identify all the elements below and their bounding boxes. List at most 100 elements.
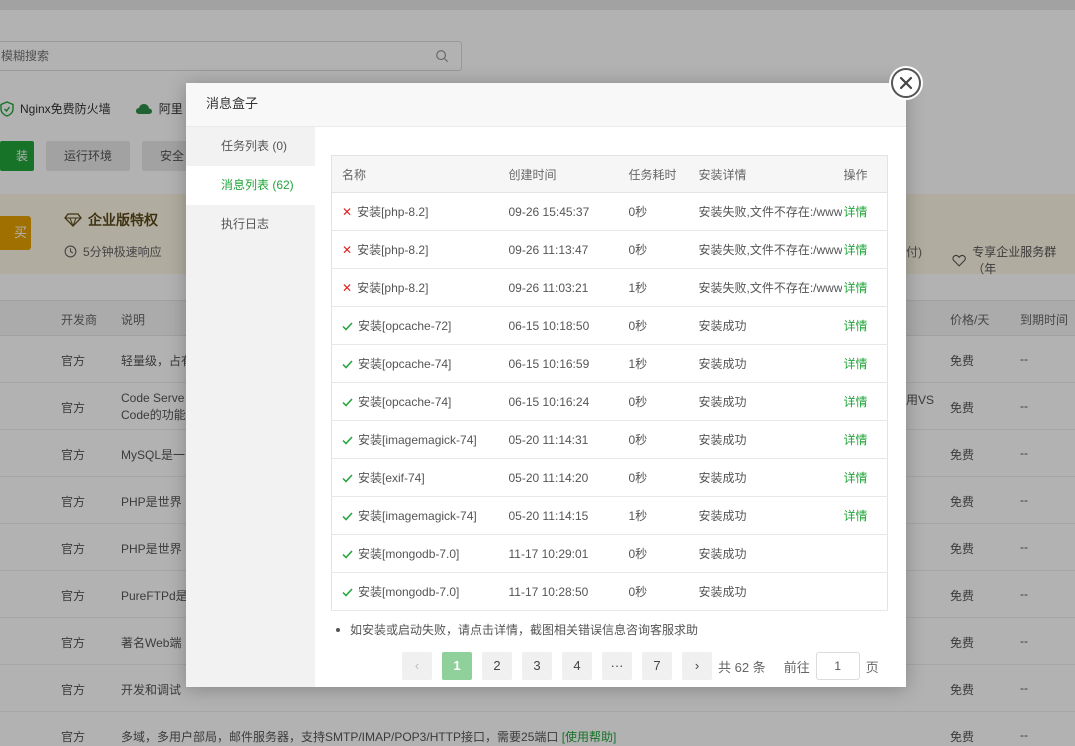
- message-box-dialog: 消息盒子 任务列表 (0) 消息列表 (62) 执行日志 名称 创建时间 任务耗…: [186, 83, 906, 687]
- page-3-button[interactable]: 3: [522, 652, 552, 680]
- duration-cell: 0秒: [618, 192, 689, 231]
- name-cell: 安装[opcache-74]: [331, 382, 499, 421]
- sidebar-item-exec-log[interactable]: 执行日志: [186, 205, 315, 244]
- action-cell: [841, 572, 888, 611]
- time-cell: 05-20 11:14:31: [498, 420, 619, 459]
- name-cell: 安装[exif-74]: [331, 458, 499, 497]
- detail-cell: 安装成功: [688, 344, 842, 383]
- col-duration: 任务耗时: [618, 155, 689, 193]
- sidebar-item-task-list[interactable]: 任务列表 (0): [186, 127, 315, 166]
- message-row: 安装[imagemagick-74] 05-20 11:14:15 1秒 安装成功 详情: [331, 496, 888, 535]
- duration-cell: 0秒: [618, 420, 689, 459]
- message-row: 安装[exif-74] 05-20 11:14:20 0秒 安装成功 详情: [331, 458, 888, 497]
- action-cell: 详情: [841, 268, 888, 307]
- duration-cell: 0秒: [618, 534, 689, 573]
- name-cell: 安装[opcache-74]: [331, 344, 499, 383]
- time-cell: 09-26 15:45:37: [498, 192, 619, 231]
- task-name: 安装[mongodb-7.0]: [358, 547, 460, 561]
- sidebar-item-message-list[interactable]: 消息列表 (62): [186, 166, 315, 205]
- action-cell: 详情: [841, 496, 888, 535]
- detail-link[interactable]: 详情: [844, 357, 868, 371]
- fail-icon: ✕: [342, 281, 353, 295]
- detail-link[interactable]: 详情: [844, 509, 868, 523]
- task-name: 安装[imagemagick-74]: [358, 509, 477, 523]
- message-row: ✕ 安装[php-8.2] 09-26 11:03:21 1秒 安装失败,文件不存在:/…: [331, 268, 888, 307]
- page-7-button[interactable]: 7: [642, 652, 672, 680]
- detail-cell: 安装失败,文件不存在:/www/: [688, 192, 842, 231]
- check-icon: [342, 398, 353, 407]
- action-cell: [841, 534, 888, 573]
- task-name: 安装[mongodb-7.0]: [358, 585, 460, 599]
- task-name: 安装[exif-74]: [358, 471, 425, 485]
- action-cell: 详情: [841, 382, 888, 421]
- detail-link[interactable]: 详情: [844, 205, 868, 219]
- check-icon: [342, 360, 353, 369]
- detail-link[interactable]: 详情: [844, 319, 868, 333]
- duration-cell: 0秒: [618, 458, 689, 497]
- task-name: 安装[opcache-74]: [358, 357, 452, 371]
- check-icon: [342, 474, 353, 483]
- fail-icon: ✕: [342, 243, 353, 257]
- time-cell: 06-15 10:16:24: [498, 382, 619, 421]
- detail-cell: 安装失败,文件不存在:/www/: [688, 230, 842, 269]
- detail-link[interactable]: 详情: [844, 281, 868, 295]
- message-row: ✕ 安装[php-8.2] 09-26 15:45:37 0秒 安装失败,文件不存在:/…: [331, 192, 888, 231]
- goto-label: 前往: [783, 659, 810, 675]
- detail-link[interactable]: 详情: [844, 243, 868, 257]
- detail-cell: 安装成功: [688, 534, 842, 573]
- name-cell: 安装[opcache-72]: [331, 306, 499, 345]
- message-table: 名称 创建时间 任务耗时 安装详情 操作 ✕ 安装[php-8.2] 09-26 1…: [331, 155, 888, 611]
- goto-page-input[interactable]: [815, 652, 860, 680]
- bullet-icon: [336, 627, 340, 632]
- pagination: ‹ 1234 ··· 7 › 共 62 条 前往 页: [402, 652, 879, 680]
- task-name: 安装[imagemagick-74]: [358, 433, 477, 447]
- message-table-container: 名称 创建时间 任务耗时 安装详情 操作 ✕ 安装[php-8.2] 09-26 1…: [331, 155, 888, 611]
- message-row: ✕ 安装[php-8.2] 09-26 11:13:47 0秒 安装失败,文件不存在:/…: [331, 230, 888, 269]
- check-icon: [342, 322, 353, 331]
- name-cell: 安装[imagemagick-74]: [331, 420, 499, 459]
- message-table-header: 名称 创建时间 任务耗时 安装详情 操作: [331, 155, 888, 193]
- check-icon: [342, 550, 353, 559]
- next-page-button[interactable]: ›: [682, 652, 712, 680]
- check-icon: [342, 436, 353, 445]
- name-cell: 安装[imagemagick-74]: [331, 496, 499, 535]
- close-dialog-button[interactable]: [891, 68, 921, 98]
- name-cell: 安装[mongodb-7.0]: [331, 534, 499, 573]
- detail-cell: 安装成功: [688, 382, 842, 421]
- detail-cell: 安装成功: [688, 306, 842, 345]
- help-note-text: 如安装或启动失败，请点击详情，截图相关错误信息咨询客服求助: [350, 623, 699, 637]
- detail-cell: 安装失败,文件不存在:/www/: [688, 268, 842, 307]
- name-cell: 安装[mongodb-7.0]: [331, 572, 499, 611]
- message-row: 安装[mongodb-7.0] 11-17 10:28:50 0秒 安装成功: [331, 572, 888, 611]
- task-name: 安装[php-8.2]: [357, 281, 429, 295]
- task-name: 安装[php-8.2]: [357, 243, 429, 257]
- duration-cell: 1秒: [618, 496, 689, 535]
- duration-cell: 0秒: [618, 230, 689, 269]
- prev-page-button[interactable]: ‹: [402, 652, 432, 680]
- detail-link[interactable]: 详情: [844, 433, 868, 447]
- action-cell: 详情: [841, 230, 888, 269]
- page-ellipsis[interactable]: ···: [602, 652, 632, 680]
- detail-cell: 安装成功: [688, 458, 842, 497]
- page-unit: 页: [865, 659, 879, 675]
- action-cell: 详情: [841, 458, 888, 497]
- action-cell: 详情: [841, 344, 888, 383]
- action-cell: 详情: [841, 192, 888, 231]
- page-1-button[interactable]: 1: [442, 652, 472, 680]
- detail-link[interactable]: 详情: [844, 395, 868, 409]
- time-cell: 09-26 11:03:21: [498, 268, 619, 307]
- detail-cell: 安装成功: [688, 572, 842, 611]
- page-2-button[interactable]: 2: [482, 652, 512, 680]
- detail-link[interactable]: 详情: [844, 471, 868, 485]
- duration-cell: 0秒: [618, 572, 689, 611]
- message-row: 安装[opcache-74] 06-15 10:16:59 1秒 安装成功 详情: [331, 344, 888, 383]
- dialog-title: 消息盒子: [186, 83, 906, 127]
- duration-cell: 1秒: [618, 344, 689, 383]
- total-count: 共 62 条: [718, 659, 766, 675]
- help-note: 如安装或启动失败，请点击详情，截图相关错误信息咨询客服求助: [336, 621, 698, 638]
- message-row: 安装[opcache-74] 06-15 10:16:24 0秒 安装成功 详情: [331, 382, 888, 421]
- col-name: 名称: [331, 155, 499, 193]
- col-created: 创建时间: [498, 155, 619, 193]
- check-icon: [342, 588, 353, 597]
- page-4-button[interactable]: 4: [562, 652, 592, 680]
